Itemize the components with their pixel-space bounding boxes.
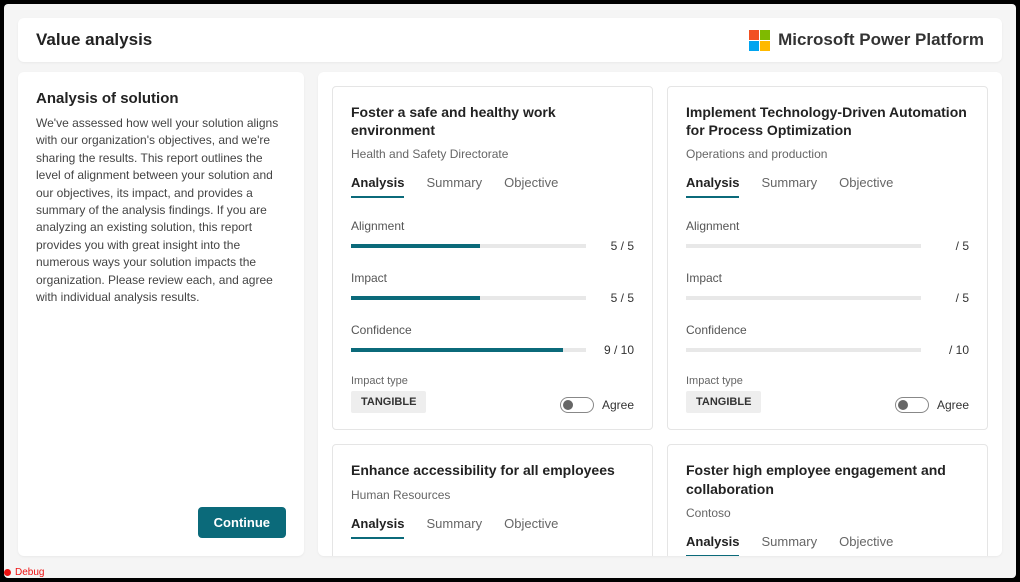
tab-summary[interactable]: Summary <box>761 175 817 198</box>
debug-indicator: Debug <box>4 567 44 578</box>
tab-summary[interactable]: Summary <box>761 534 817 556</box>
objectives-panel[interactable]: Foster a safe and healthy work environme… <box>318 72 1002 556</box>
confidence-label: Confidence <box>686 323 969 337</box>
alignment-value: 5 / 5 <box>596 239 634 253</box>
objective-title: Foster a safe and healthy work environme… <box>351 103 634 139</box>
tab-analysis[interactable]: Analysis <box>351 175 404 198</box>
page-title: Value analysis <box>36 30 152 50</box>
confidence-value: 9 / 10 <box>596 343 634 357</box>
alignment-bar <box>351 244 586 248</box>
analysis-description-panel: Analysis of solution We've assessed how … <box>18 72 304 556</box>
impact-type-label: Impact type <box>686 375 761 387</box>
tab-analysis[interactable]: Analysis <box>686 175 739 198</box>
impact-type-tag: TANGIBLE <box>351 391 426 413</box>
impact-type-tag: TANGIBLE <box>686 391 761 413</box>
tab-summary[interactable]: Summary <box>426 175 482 198</box>
alignment-bar <box>686 244 921 248</box>
analysis-description-title: Analysis of solution <box>36 90 286 107</box>
brand: Microsoft Power Platform <box>749 30 984 51</box>
analysis-description-text: We've assessed how well your solution al… <box>36 115 286 497</box>
objective-subtitle: Human Resources <box>351 488 634 502</box>
tab-objective[interactable]: Objective <box>839 534 893 556</box>
tab-summary[interactable]: Summary <box>426 516 482 539</box>
debug-label: Debug <box>15 567 44 578</box>
impact-label: Impact <box>686 271 969 285</box>
microsoft-logo-icon <box>749 30 770 51</box>
confidence-bar <box>686 348 921 352</box>
objective-title: Implement Technology-Driven Automation f… <box>686 103 969 139</box>
impact-bar <box>351 296 586 300</box>
objective-tabs: Analysis Summary Objective <box>686 175 969 199</box>
tab-analysis[interactable]: Analysis <box>686 534 739 556</box>
brand-text: Microsoft Power Platform <box>778 30 984 50</box>
objective-title: Enhance accessibility for all employees <box>351 461 634 479</box>
alignment-value: / 5 <box>931 239 969 253</box>
confidence-value: / 10 <box>931 343 969 357</box>
objective-card: Enhance accessibility for all employees … <box>332 444 653 556</box>
impact-value: / 5 <box>931 291 969 305</box>
objective-subtitle: Operations and production <box>686 147 969 161</box>
objective-subtitle: Contoso <box>686 506 969 520</box>
continue-button[interactable]: Continue <box>198 507 286 538</box>
alignment-label: Alignment <box>351 219 634 233</box>
objective-card: Foster a safe and healthy work environme… <box>332 86 653 430</box>
impact-type-label: Impact type <box>351 375 426 387</box>
objective-tabs: Analysis Summary Objective <box>686 534 969 556</box>
debug-dot-icon <box>4 569 11 576</box>
agree-toggle[interactable] <box>560 397 594 413</box>
objective-tabs: Analysis Summary Objective <box>351 175 634 199</box>
objective-tabs: Analysis Summary Objective <box>351 516 634 540</box>
tab-objective[interactable]: Objective <box>839 175 893 198</box>
objective-card: Foster high employee engagement and coll… <box>667 444 988 556</box>
tab-objective[interactable]: Objective <box>504 516 558 539</box>
agree-toggle[interactable] <box>895 397 929 413</box>
impact-value: 5 / 5 <box>596 291 634 305</box>
tab-analysis[interactable]: Analysis <box>351 516 404 539</box>
confidence-bar <box>351 348 586 352</box>
impact-label: Impact <box>351 271 634 285</box>
tab-objective[interactable]: Objective <box>504 175 558 198</box>
objective-subtitle: Health and Safety Directorate <box>351 147 634 161</box>
impact-bar <box>686 296 921 300</box>
agree-label: Agree <box>937 398 969 412</box>
objective-card: Implement Technology-Driven Automation f… <box>667 86 988 430</box>
agree-label: Agree <box>602 398 634 412</box>
header-bar: Value analysis Microsoft Power Platform <box>18 18 1002 62</box>
objective-title: Foster high employee engagement and coll… <box>686 461 969 497</box>
alignment-label: Alignment <box>686 219 969 233</box>
confidence-label: Confidence <box>351 323 634 337</box>
